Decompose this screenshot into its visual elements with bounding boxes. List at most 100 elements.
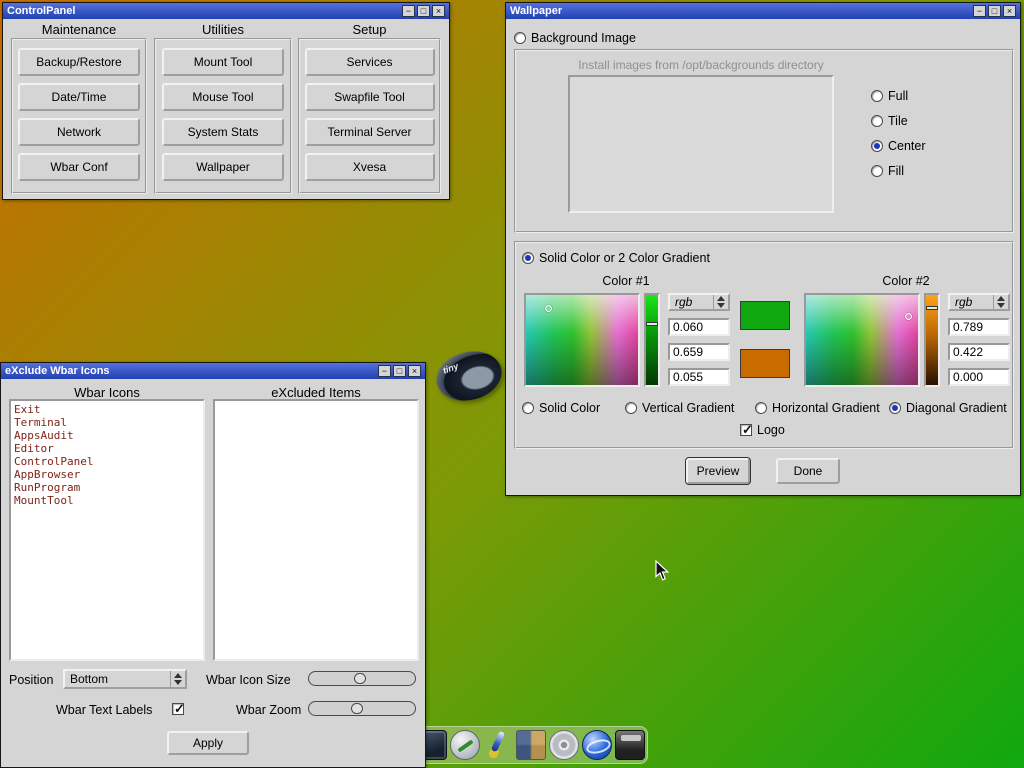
install-hint: Install images from /opt/backgrounds dir… xyxy=(556,58,846,72)
list-item[interactable]: Exit xyxy=(14,403,200,416)
radio-circle xyxy=(871,115,883,127)
color1-g-input[interactable]: 0.659 xyxy=(668,343,730,361)
color2-r-input[interactable]: 0.789 xyxy=(948,318,1010,336)
list-item[interactable]: RunProgram xyxy=(14,481,200,494)
wallpaper-button[interactable]: Wallpaper xyxy=(162,153,284,181)
color2-mode-select[interactable]: rgb xyxy=(948,293,1010,311)
list-item[interactable]: AppsAudit xyxy=(14,429,200,442)
position-label: Position xyxy=(9,673,53,687)
editor-icon[interactable] xyxy=(450,730,480,760)
radio-circle xyxy=(871,140,883,152)
exclude-titlebar[interactable]: eXclude Wbar Icons − □ × xyxy=(1,363,425,379)
backup-restore-button[interactable]: Backup/Restore xyxy=(18,48,140,76)
color1-value-slider[interactable] xyxy=(644,293,660,387)
printer-icon[interactable] xyxy=(615,730,645,760)
slider-thumb[interactable] xyxy=(354,673,366,684)
list-item[interactable]: AppBrowser xyxy=(14,468,200,481)
logo-checkbox[interactable]: Logo xyxy=(740,423,785,437)
list-item[interactable]: MountTool xyxy=(14,494,200,507)
done-button[interactable]: Done xyxy=(776,458,840,484)
app-browser-icon[interactable] xyxy=(582,730,612,760)
minimize-button[interactable]: − xyxy=(402,5,415,17)
color2-b-input[interactable]: 0.000 xyxy=(948,368,1010,386)
control-panel-titlebar[interactable]: ControlPanel − □ × xyxy=(3,3,449,19)
close-button[interactable]: × xyxy=(408,365,421,377)
close-button[interactable]: × xyxy=(1003,5,1016,17)
tinycore-logo[interactable]: tiny xyxy=(431,345,507,408)
color2-value-slider[interactable] xyxy=(924,293,940,387)
color1-b-input[interactable]: 0.055 xyxy=(668,368,730,386)
list-item[interactable]: Editor xyxy=(14,442,200,455)
apps-audit-icon[interactable] xyxy=(516,730,546,760)
maximize-button[interactable]: □ xyxy=(988,5,1001,17)
vertical-gradient-radio[interactable]: Vertical Gradient xyxy=(625,401,734,415)
color2-label: Color #2 xyxy=(804,274,1008,288)
color1-picker[interactable] xyxy=(524,293,640,387)
maximize-button[interactable]: □ xyxy=(417,5,430,17)
date-time-button[interactable]: Date/Time xyxy=(18,83,140,111)
preview-button[interactable]: Preview xyxy=(686,458,750,484)
minimize-button[interactable]: − xyxy=(973,5,986,17)
terminal-server-button[interactable]: Terminal Server xyxy=(305,118,435,146)
color1-r-input[interactable]: 0.060 xyxy=(668,318,730,336)
excluded-items-header: eXcluded Items xyxy=(213,385,419,400)
wbar-conf-button[interactable]: Wbar Conf xyxy=(18,153,140,181)
mode-fill-radio[interactable]: Fill xyxy=(871,164,904,178)
radio-label: Tile xyxy=(888,114,908,128)
diagonal-gradient-radio[interactable]: Diagonal Gradient xyxy=(889,401,1007,415)
color2-g-input[interactable]: 0.422 xyxy=(948,343,1010,361)
choice-value: rgb xyxy=(675,295,713,309)
updown-arrows-icon xyxy=(170,671,185,687)
slider-thumb[interactable] xyxy=(926,306,938,310)
mode-tile-radio[interactable]: Tile xyxy=(871,114,908,128)
picker-marker xyxy=(545,305,552,312)
services-button[interactable]: Services xyxy=(305,48,435,76)
background-image-radio[interactable]: Background Image xyxy=(514,31,636,45)
logo-text: tiny xyxy=(441,361,459,376)
xvesa-button[interactable]: Xvesa xyxy=(305,153,435,181)
radio-circle xyxy=(871,165,883,177)
radio-circle xyxy=(889,402,901,414)
wbar-text-labels-checkbox[interactable] xyxy=(172,703,184,715)
checkbox-label: Logo xyxy=(757,423,785,437)
position-select[interactable]: Bottom xyxy=(63,669,187,689)
choice-value: Bottom xyxy=(70,672,170,686)
network-button[interactable]: Network xyxy=(18,118,140,146)
color1-swatch-fill xyxy=(741,302,789,329)
radio-circle xyxy=(514,32,526,44)
wbar-zoom-slider[interactable] xyxy=(308,701,416,716)
solid-color-radio[interactable]: Solid Color xyxy=(522,401,600,415)
mount-tool-icon[interactable] xyxy=(549,730,579,760)
image-list[interactable] xyxy=(568,75,834,213)
color2-picker[interactable] xyxy=(804,293,920,387)
slider-thumb[interactable] xyxy=(351,703,363,714)
slider-thumb[interactable] xyxy=(646,322,658,326)
paint-icon[interactable] xyxy=(483,730,513,760)
wbar-icon-size-slider[interactable] xyxy=(308,671,416,686)
list-item[interactable]: Terminal xyxy=(14,416,200,429)
wbar-icons-header: Wbar Icons xyxy=(9,385,205,400)
mouse-tool-button[interactable]: Mouse Tool xyxy=(162,83,284,111)
picker-marker xyxy=(905,313,912,320)
exclude-wbar-icons-window: eXclude Wbar Icons − □ × Wbar Icons eXcl… xyxy=(0,362,426,768)
system-stats-button[interactable]: System Stats xyxy=(162,118,284,146)
mount-tool-button[interactable]: Mount Tool xyxy=(162,48,284,76)
close-button[interactable]: × xyxy=(432,5,445,17)
mode-center-radio[interactable]: Center xyxy=(871,139,926,153)
excluded-items-list[interactable] xyxy=(213,399,419,661)
apply-button[interactable]: Apply xyxy=(167,731,249,755)
solid-gradient-radio[interactable]: Solid Color or 2 Color Gradient xyxy=(522,251,710,265)
list-item[interactable]: ControlPanel xyxy=(14,455,200,468)
mode-full-radio[interactable]: Full xyxy=(871,89,908,103)
color1-swatch xyxy=(740,301,790,330)
radio-circle xyxy=(871,90,883,102)
window-title: Wallpaper xyxy=(510,4,971,19)
minimize-button[interactable]: − xyxy=(378,365,391,377)
maximize-button[interactable]: □ xyxy=(393,365,406,377)
updown-arrows-icon xyxy=(713,295,728,309)
swapfile-tool-button[interactable]: Swapfile Tool xyxy=(305,83,435,111)
wallpaper-titlebar[interactable]: Wallpaper − □ × xyxy=(506,3,1020,19)
horizontal-gradient-radio[interactable]: Horizontal Gradient xyxy=(755,401,880,415)
wbar-icons-list[interactable]: Exit Terminal AppsAudit Editor ControlPa… xyxy=(9,399,205,661)
color1-mode-select[interactable]: rgb xyxy=(668,293,730,311)
